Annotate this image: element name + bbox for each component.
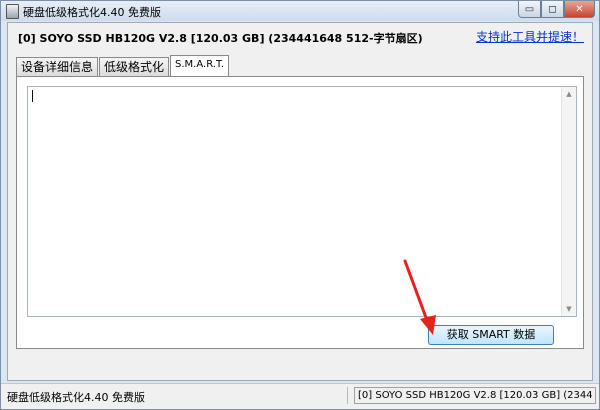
title-bar[interactable]: 硬盘低级格式化4.40 免费版 ▭ ◻ ✕ (1, 1, 599, 21)
status-divider (347, 387, 348, 404)
status-app-version: 硬盘低级格式化4.40 免费版 (7, 391, 145, 404)
tab-device-details[interactable]: 设备详细信息 (16, 57, 99, 76)
support-link[interactable]: 支持此工具并提速！ (476, 28, 584, 45)
close-button[interactable]: ✕ (564, 1, 595, 18)
tab-low-level-format[interactable]: 低级格式化 (99, 57, 170, 76)
maximize-button[interactable]: ◻ (541, 1, 564, 18)
minimize-button[interactable]: ▭ (518, 1, 541, 18)
smart-tab-panel: ▲ ▼ (16, 76, 584, 349)
status-disk-info: [0] SOYO SSD HB120G V2.8 [120.03 GB] (23… (354, 387, 596, 404)
scroll-down-arrow-icon[interactable]: ▼ (562, 302, 576, 316)
vertical-scrollbar[interactable]: ▲ ▼ (561, 87, 576, 316)
main-panel: [0] SOYO SSD HB120G V2.8 [120.03 GB] (23… (7, 22, 593, 381)
window-title: 硬盘低级格式化4.40 免费版 (23, 6, 161, 19)
disk-info-label: [0] SOYO SSD HB120G V2.8 [120.03 GB] (23… (18, 32, 423, 45)
tab-smart[interactable]: S.M.A.R.T. (170, 55, 230, 76)
hard-drive-icon (6, 4, 19, 19)
get-smart-data-button[interactable]: 获取 SMART 数据 (428, 325, 554, 345)
status-bar: 硬盘低级格式化4.40 免费版 [0] SOYO SSD HB120G V2.8… (1, 383, 599, 409)
scroll-up-arrow-icon[interactable]: ▲ (562, 87, 576, 101)
tab-strip: 设备详细信息 低级格式化 S.M.A.R.T. (16, 55, 230, 77)
smart-output-textarea[interactable]: ▲ ▼ (27, 86, 577, 317)
text-caret (32, 90, 33, 102)
app-window: 硬盘低级格式化4.40 免费版 ▭ ◻ ✕ [0] SOYO SSD HB120… (0, 0, 600, 410)
